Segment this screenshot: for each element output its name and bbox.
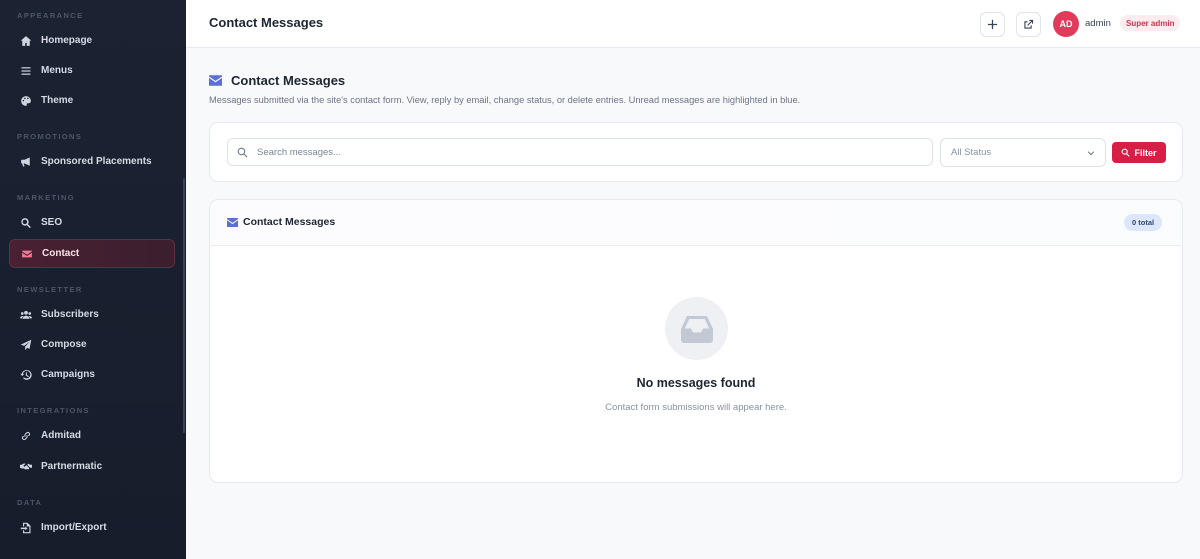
section-title: Contact Messages: [231, 73, 346, 88]
status-select-value: All Status: [951, 147, 992, 158]
add-button[interactable]: [980, 12, 1005, 37]
sidebar-item-theme[interactable]: Theme: [9, 86, 175, 115]
status-select[interactable]: All Status: [940, 138, 1106, 167]
sidebar-item-sponsored-placements[interactable]: Sponsored Placements: [9, 147, 175, 176]
open-site-button[interactable]: [1016, 12, 1041, 37]
search-box[interactable]: [227, 138, 933, 166]
username: admin: [1085, 18, 1111, 29]
empty-state-title: No messages found: [636, 376, 756, 390]
sidebar-scrollbar[interactable]: [183, 178, 185, 433]
file-import-icon: [19, 521, 33, 535]
sidebar-item-seo[interactable]: SEO: [9, 208, 175, 237]
search-icon: [1122, 148, 1131, 157]
search-input[interactable]: [257, 146, 897, 158]
sidebar-item-label: Homepage: [41, 35, 93, 46]
sidebar-item-label: Partnermatic: [41, 461, 103, 472]
sidebar-item-label: Admitad: [41, 430, 81, 441]
list-icon: [19, 64, 33, 78]
filter-bar: All Status Filter: [209, 122, 1183, 182]
sidebar: APPEARANCE Homepage Menus Theme PROMOTIO…: [0, 0, 186, 559]
sidebar-item-label: Compose: [41, 339, 87, 350]
page-title: Contact Messages: [209, 15, 324, 30]
sidebar-item-label: Menus: [41, 65, 73, 76]
chevron-down-icon: [1087, 150, 1095, 155]
search-icon: [237, 147, 248, 157]
section-description: Messages submitted via the site's contac…: [209, 95, 801, 105]
sidebar-item-label: Theme: [41, 95, 74, 106]
link-icon: [19, 429, 33, 443]
filter-button[interactable]: Filter: [1112, 142, 1166, 163]
sidebar-item-compose[interactable]: Compose: [9, 330, 175, 359]
handshake-icon: [19, 460, 33, 474]
section-label-newsletter: NEWSLETTER: [17, 285, 83, 294]
sidebar-item-label: Contact: [42, 248, 80, 259]
panel-header: Contact Messages 0 total: [210, 200, 1182, 246]
sidebar-item-label: Campaigns: [41, 369, 95, 380]
inbox-icon: [680, 315, 713, 343]
top-header: Contact Messages AD admin Super admin: [186, 0, 1200, 48]
megaphone-icon: [19, 155, 33, 169]
panel-title: Contact Messages: [243, 216, 336, 228]
empty-state-subtitle: Contact form submissions will appear her…: [605, 402, 787, 413]
palette-icon: [19, 94, 33, 108]
sidebar-item-label: Subscribers: [41, 309, 99, 320]
sidebar-item-label: SEO: [41, 217, 63, 228]
external-link-icon: [1024, 19, 1034, 29]
sidebar-item-label: Import/Export: [41, 522, 107, 533]
filter-button-label: Filter: [1134, 147, 1157, 158]
empty-state-illustration: [665, 297, 728, 360]
messages-panel: Contact Messages 0 total No messages fou…: [209, 199, 1183, 483]
sidebar-item-subscribers[interactable]: Subscribers: [9, 300, 175, 329]
section-heading: Contact Messages: [209, 73, 345, 88]
section-label-data: DATA: [17, 498, 43, 507]
section-label-marketing: MARKETING: [17, 193, 76, 202]
paper-plane-icon: [19, 338, 33, 352]
sidebar-item-label: Sponsored Placements: [41, 156, 152, 167]
sidebar-item-admitad[interactable]: Admitad: [9, 421, 175, 450]
section-label-appearance: APPEARANCE: [17, 11, 84, 20]
sidebar-item-campaigns[interactable]: Campaigns: [9, 360, 175, 389]
envelope-icon: [209, 75, 222, 86]
sidebar-item-partnermatic[interactable]: Partnermatic: [9, 452, 175, 481]
section-label-integrations: INTEGRATIONS: [17, 406, 90, 415]
envelope-icon: [227, 218, 238, 227]
avatar[interactable]: AD: [1053, 11, 1079, 37]
sidebar-item-import-export[interactable]: Import/Export: [9, 513, 175, 542]
role-badge: Super admin: [1120, 15, 1181, 31]
total-count-badge: 0 total: [1124, 214, 1163, 231]
search-icon: [19, 216, 33, 230]
sidebar-item-homepage[interactable]: Homepage: [9, 26, 175, 55]
sidebar-item-contact[interactable]: Contact: [9, 239, 175, 268]
envelope-icon: [20, 247, 34, 261]
sidebar-item-menus[interactable]: Menus: [9, 56, 175, 85]
users-icon: [19, 308, 33, 322]
section-label-promotions: PROMOTIONS: [17, 132, 83, 141]
plus-icon: [987, 19, 998, 30]
history-icon: [19, 368, 33, 382]
home-icon: [19, 34, 33, 48]
